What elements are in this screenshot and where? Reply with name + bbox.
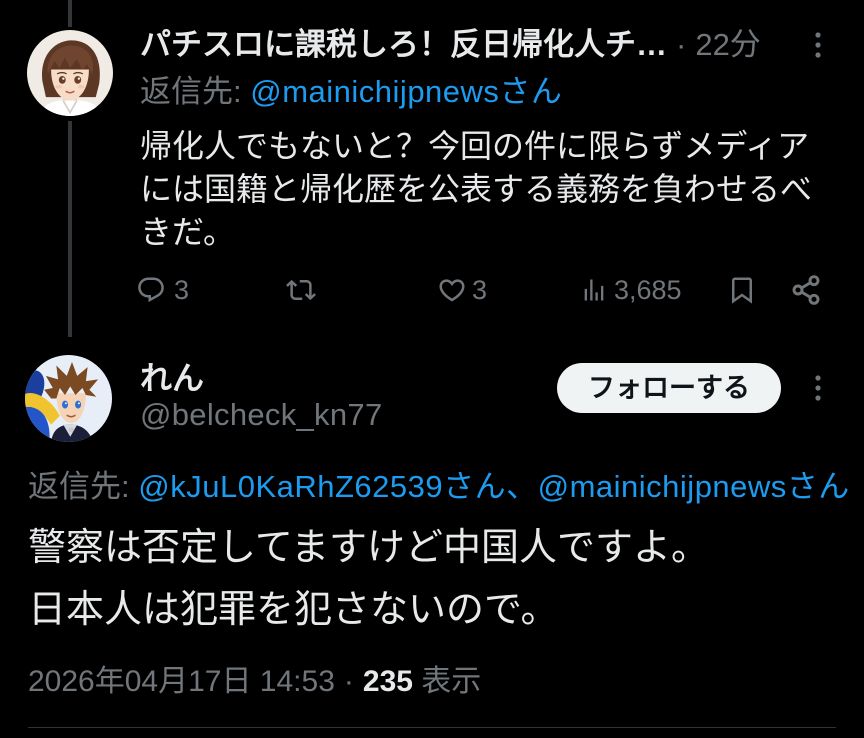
author-handle[interactable]: @belcheck_kn77: [140, 395, 382, 435]
reply-to-label: 返信先:: [140, 74, 242, 109]
tweet-body: 警察は否定してますけど中国人ですよ。 日本人は犯罪を犯さないので。: [28, 517, 848, 641]
tweet-header: パチスロに課税しろ！反日帰化人チ… · 22分: [140, 25, 800, 65]
thread-line: [68, 121, 72, 337]
repost-button[interactable]: [286, 272, 316, 308]
reply-to-line: 返信先: @kJuL0KaRhZ62539さん、@mainichijpnewsさ…: [28, 467, 864, 507]
author-name[interactable]: れん: [140, 358, 204, 398]
share-icon: [790, 274, 822, 306]
tweet-body-line: には国籍と帰化歴を公表する義務を負わせるべ: [140, 171, 813, 207]
heart-icon: [437, 275, 467, 305]
view-count: 3,685: [614, 275, 682, 305]
tweet-body-line: 帰化人でもないと？今回の件に限らずメディア: [140, 128, 810, 164]
reply-to-line: 返信先: @mainichijpnewsさん: [140, 72, 840, 112]
meta-separator: ·: [343, 665, 354, 698]
avatar[interactable]: [27, 30, 113, 116]
view-count: 235: [362, 665, 413, 698]
views-icon: [580, 276, 608, 304]
tweet-thread-screen: パチスロに課税しろ！反日帰化人チ… · 22分 返信先: @mainichijpne…: [0, 0, 864, 738]
post-timestamp[interactable]: 2026年04月17日 14:53: [28, 665, 335, 698]
more-menu-button[interactable]: [808, 370, 828, 406]
reply-count: 3: [174, 275, 190, 305]
reply-button[interactable]: 3: [136, 272, 189, 308]
like-button[interactable]: 3: [437, 272, 487, 308]
reply-to-handle[interactable]: @mainichijpnewsさん: [250, 74, 562, 109]
share-button[interactable]: [790, 272, 822, 308]
more-vertical-icon: [808, 27, 828, 63]
reply-icon: [136, 275, 166, 305]
repost-icon: [286, 275, 316, 305]
views-button[interactable]: 3,685: [580, 272, 682, 308]
more-menu-button[interactable]: [808, 27, 828, 63]
reply-to-handles[interactable]: @kJuL0KaRhZ62539さん、@mainichijpnewsさん: [138, 469, 850, 504]
like-count: 3: [472, 275, 488, 305]
tweet-body-line: 警察は否定してますけど中国人ですよ。: [28, 527, 709, 569]
avatar[interactable]: [25, 355, 112, 442]
more-vertical-icon: [808, 370, 828, 406]
bookmark-icon: [727, 275, 757, 305]
post-time[interactable]: 22分: [695, 27, 760, 62]
thread-line-top: [68, 0, 72, 27]
tweet-body: 帰化人でもないと？今回の件に限らずメディア には国籍と帰化歴を公表する義務を負わ…: [140, 125, 850, 254]
reply-to-label: 返信先:: [28, 469, 130, 504]
tweet-body-line: きだ。: [140, 214, 236, 250]
view-label: 表示: [421, 665, 482, 698]
bookmark-button[interactable]: [727, 272, 757, 308]
tweet-meta: 2026年04月17日 14:53 · 235 表示: [28, 662, 848, 702]
tweet-body-line: 日本人は犯罪を犯さないので。: [28, 589, 559, 631]
header-separator: ·: [676, 27, 687, 62]
author-name[interactable]: パチスロに課税しろ！反日帰化人チ…: [140, 27, 667, 62]
divider: [28, 727, 836, 728]
follow-button[interactable]: フォローする: [557, 363, 781, 413]
